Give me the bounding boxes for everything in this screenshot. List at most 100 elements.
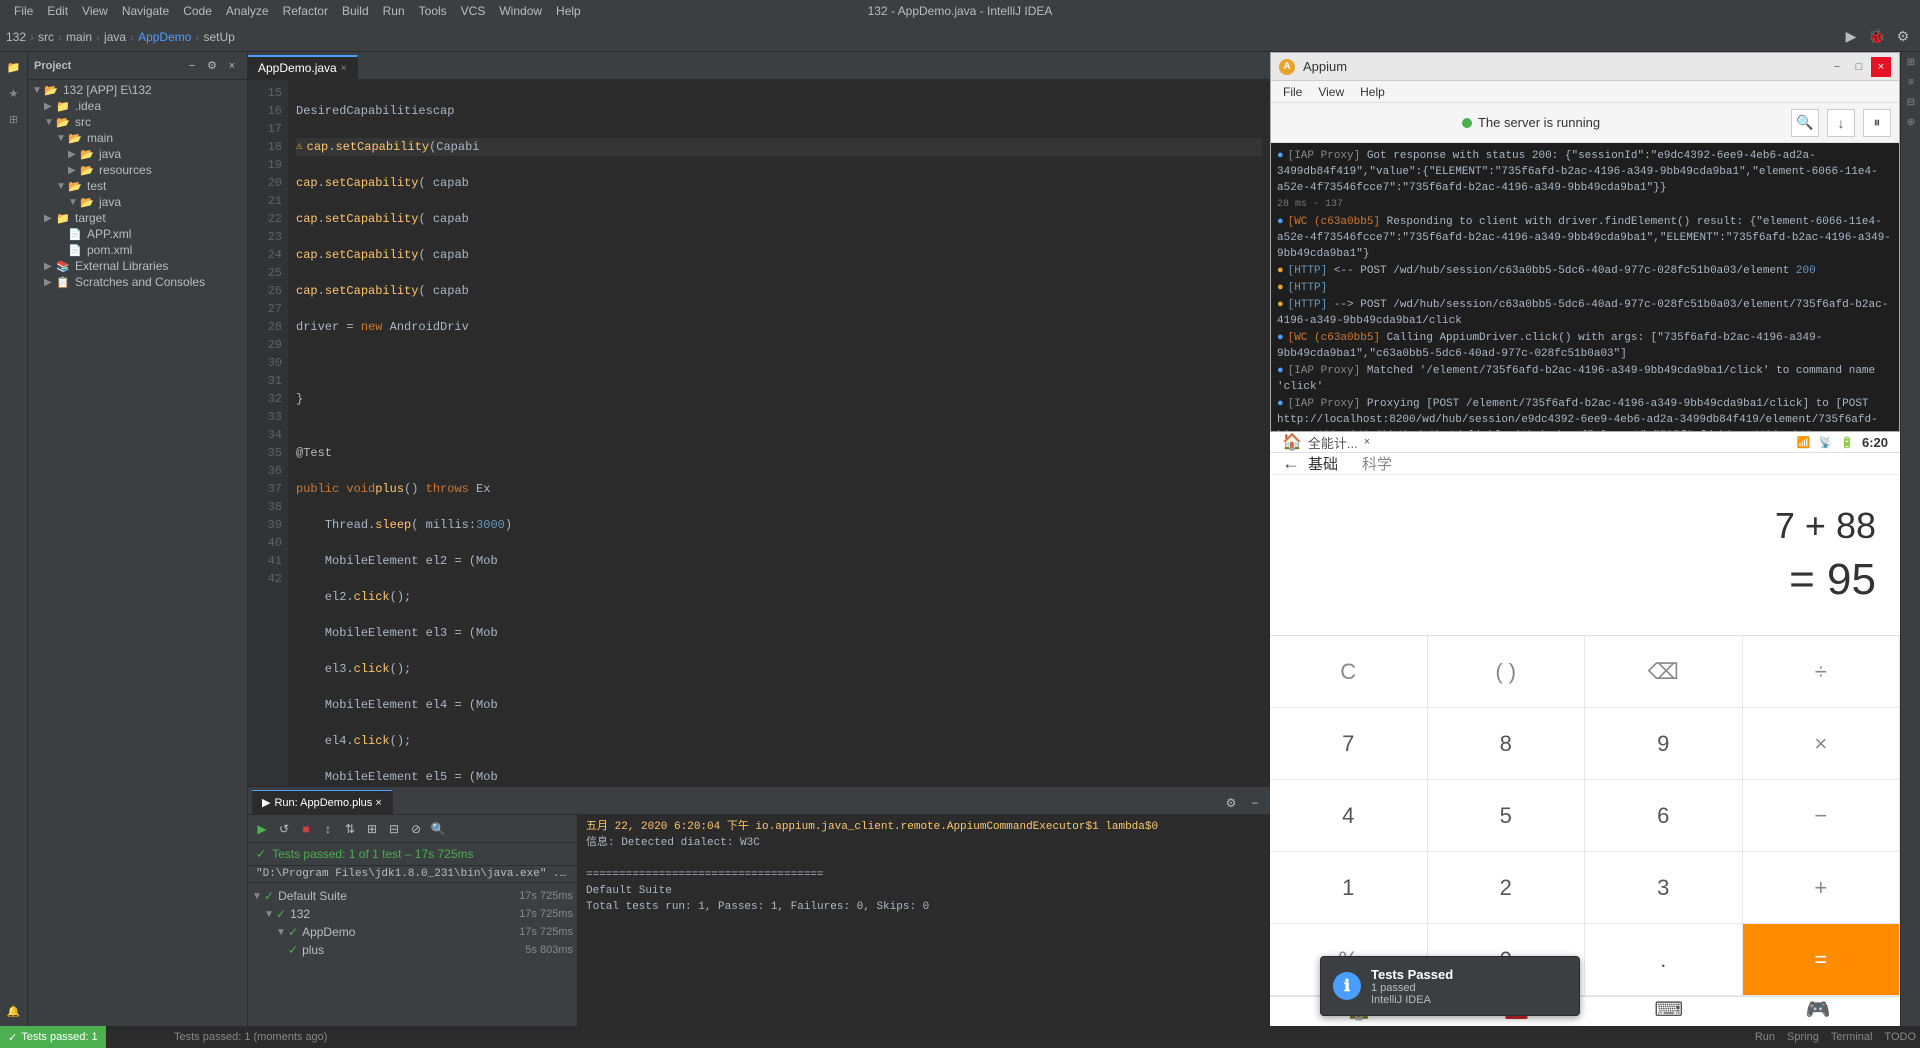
terminal-tab-status[interactable]: Terminal [1831,1031,1873,1043]
menu-vcs[interactable]: VCS [455,2,492,20]
appium-minimize-btn[interactable]: − [1827,57,1847,77]
calc-btn-7[interactable]: 7 [1270,708,1428,780]
tree-item-src[interactable]: ▼ 📂 src [28,114,247,130]
sidebar-settings-btn[interactable]: ⚙ [203,57,221,75]
menu-tools[interactable]: Tools [413,2,453,20]
appium-pause-btn[interactable]: ⏸ [1863,109,1891,137]
run-tree-plus[interactable]: ✓ plus 5s 803ms [248,941,577,959]
expand-btn[interactable]: ⊞ [362,819,382,839]
sidebar-collapse-btn[interactable]: − [183,57,201,75]
editor-tab-appdemo[interactable]: AppDemo.java × [248,55,358,79]
appium-download-btn[interactable]: ↓ [1827,109,1855,137]
run-tree-132[interactable]: ▼ ✓ 132 17s 725ms [248,905,577,923]
project-btn[interactable]: 📁 [3,56,25,78]
menu-edit[interactable]: Edit [41,2,74,20]
calc-btn-3[interactable]: 3 [1585,852,1743,924]
bottom-tab-run[interactable]: ▶ Run: AppDemo.plus × [252,790,393,814]
tree-label-src: src [75,115,91,129]
tree-item-idea[interactable]: ▶ 📁 .idea [28,98,247,114]
code-content[interactable]: DesiredCapabilities cap ⚠cap.setCapabili… [288,80,1270,786]
tree-item-java1[interactable]: ▶ 📂 java [28,146,247,162]
tree-item-root[interactable]: ▼ 📂 132 [APP] E\132 [28,82,247,98]
appium-search-btn[interactable]: 🔍 [1791,109,1819,137]
menu-analyze[interactable]: Analyze [220,2,275,20]
menu-navigate[interactable]: Navigate [116,2,175,20]
menu-refactor[interactable]: Refactor [277,2,334,20]
calc-btn-8[interactable]: 8 [1428,708,1586,780]
appium-menu-file[interactable]: File [1275,83,1310,101]
menu-build[interactable]: Build [336,2,375,20]
appium-menu-help[interactable]: Help [1352,83,1393,101]
tree-item-java2[interactable]: ▼ 📂 java [28,194,247,210]
right-btn-3[interactable]: ⊟ [1901,92,1920,112]
device-close-btn[interactable]: × [1364,436,1370,448]
tree-item-resources[interactable]: ▶ 📂 resources [28,162,247,178]
filter-btn[interactable]: ⊘ [406,819,426,839]
menu-run[interactable]: Run [377,2,411,20]
menu-help[interactable]: Help [550,2,587,20]
tree-item-extlibs[interactable]: ▶ 📚 External Libraries [28,258,247,274]
calc-btn-2[interactable]: 2 [1428,852,1586,924]
run-output-panel[interactable]: 五月 22, 2020 6:20:04 下午 io.appium.java_cl… [578,815,1270,1026]
code-editor[interactable]: 1516171819 2021222324 2526272829 3031323… [248,80,1270,786]
calc-btn-1[interactable]: 1 [1270,852,1428,924]
collapse-btn[interactable]: ⊟ [384,819,404,839]
right-btn-2[interactable]: ≡ [1901,72,1920,92]
calc-btn-multiply[interactable]: × [1743,708,1901,780]
calc-btn-plus[interactable]: + [1743,852,1901,924]
tree-item-scratches[interactable]: ▶ 📋 Scratches and Consoles [28,274,247,290]
suite-label: Default Suite [278,889,347,903]
menu-file[interactable]: File [8,2,39,20]
breadcrumb-part-2: main [66,30,92,44]
menu-code[interactable]: Code [177,2,218,20]
run-tree-appdemo[interactable]: ▼ ✓ AppDemo 17s 725ms [248,923,577,941]
favorites-btn[interactable]: ★ [3,82,25,104]
run-tab-status[interactable]: Run [1755,1031,1775,1043]
device-nav-keyboard[interactable]: ⌨ 键盘 [1654,997,1683,1026]
calc-btn-5[interactable]: 5 [1428,780,1586,852]
calc-btn-backspace[interactable]: ⌫ [1585,636,1743,708]
todo-tab-status[interactable]: TODO [1884,1031,1916,1043]
calc-btn-dot[interactable]: . [1585,924,1743,996]
stop-btn[interactable]: ■ [296,819,316,839]
menu-window[interactable]: Window [493,2,548,20]
sort-btn[interactable]: ↕ [318,819,338,839]
tree-item-pom[interactable]: 📄 pom.xml [28,242,247,258]
appium-menu-view[interactable]: View [1310,83,1352,101]
device-back-btn[interactable]: ← [1282,453,1300,474]
settings-button[interactable]: ⚙ [1892,26,1914,48]
menu-view[interactable]: View [76,2,114,20]
tree-item-target[interactable]: ▶ 📁 target [28,210,247,226]
sidebar-close-btn[interactable]: × [223,57,241,75]
bottom-settings-btn[interactable]: ⚙ [1220,792,1242,814]
calc-btn-4[interactable]: 4 [1270,780,1428,852]
calc-btn-6[interactable]: 6 [1585,780,1743,852]
calc-btn-minus[interactable]: − [1743,780,1901,852]
run-tree-suite[interactable]: ▼ ✓ Default Suite 17s 725ms [248,887,577,905]
editor-tab-close[interactable]: × [341,63,347,74]
bottom-minimize-btn[interactable]: − [1244,792,1266,814]
right-btn-1[interactable]: ⊞ [1901,52,1920,72]
calc-btn-9[interactable]: 9 [1585,708,1743,780]
spring-tab-status[interactable]: Spring [1787,1031,1819,1043]
tree-item-main[interactable]: ▼ 📂 main [28,130,247,146]
sort2-btn[interactable]: ⇅ [340,819,360,839]
structure-btn[interactable]: ⊞ [3,108,25,130]
appium-close-btn[interactable]: × [1871,57,1891,77]
calc-btn-divide[interactable]: ÷ [1743,636,1901,708]
tree-item-appxml[interactable]: 📄 APP.xml [28,226,247,242]
calc-btn-equals[interactable]: = [1743,924,1901,996]
event-log-btn[interactable]: 🔔 [3,1000,25,1022]
search-run-btn[interactable]: 🔍 [428,819,448,839]
debug-button[interactable]: 🐞 [1866,26,1888,48]
right-btn-4[interactable]: ⊕ [1901,112,1920,132]
appium-log[interactable]: ●[IAP Proxy] Got response with status 20… [1271,143,1899,431]
run-button[interactable]: ▶ [1840,26,1862,48]
calc-btn-c[interactable]: C [1270,636,1428,708]
run-btn[interactable]: ▶ [252,819,272,839]
appium-maximize-btn[interactable]: □ [1849,57,1869,77]
device-nav-gamepad[interactable]: 🎮 手柄 [1806,997,1831,1026]
tree-item-test[interactable]: ▼ 📂 test [28,178,247,194]
calc-btn-paren[interactable]: ( ) [1428,636,1586,708]
rerun-btn[interactable]: ↺ [274,819,294,839]
